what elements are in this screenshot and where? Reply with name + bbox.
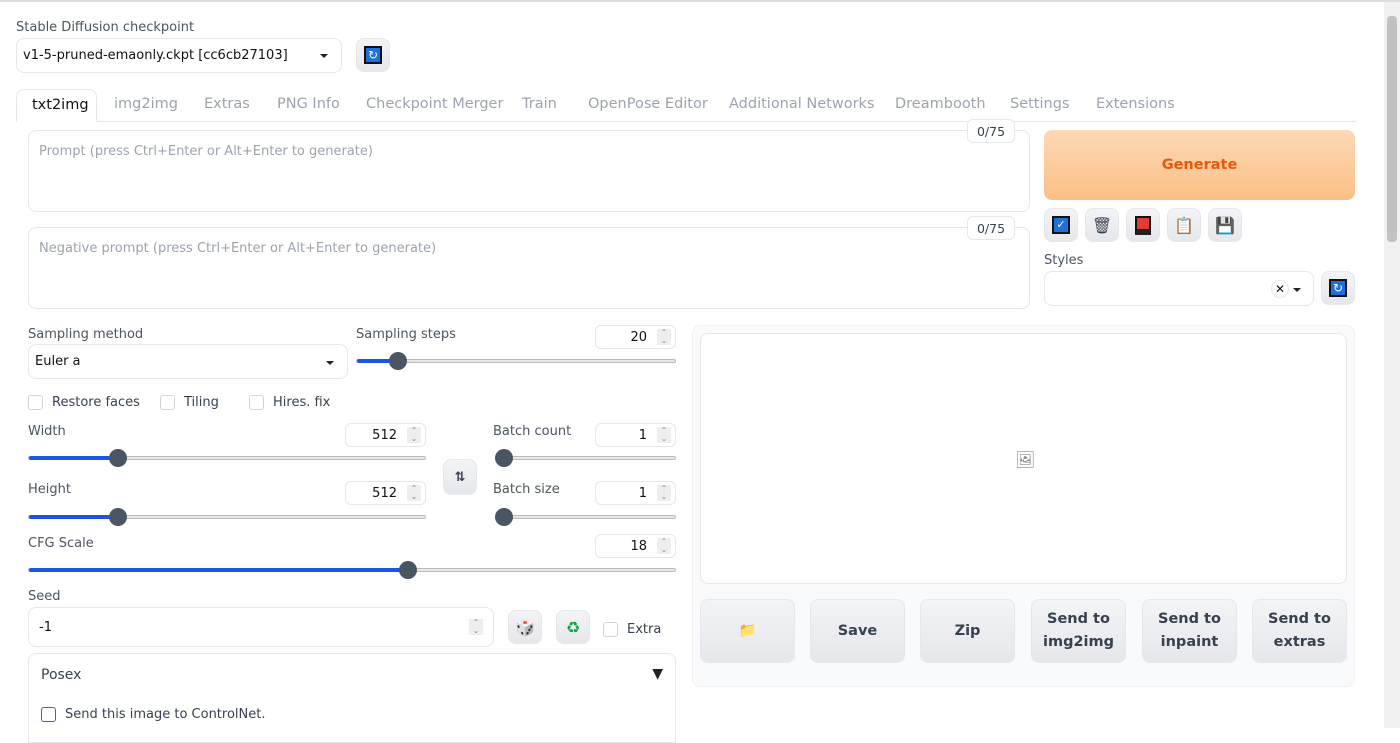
tab-additional-networks[interactable]: Additional Networks bbox=[729, 96, 875, 112]
height-input[interactable]: 512 ⌃ ⌄ bbox=[345, 481, 426, 505]
chevron-down-icon bbox=[1293, 288, 1301, 292]
prompt-input[interactable]: Prompt (press Ctrl+Enter or Alt+Enter to… bbox=[28, 130, 1030, 212]
restore-faces-checkbox[interactable] bbox=[28, 395, 43, 410]
width-slider[interactable] bbox=[28, 449, 426, 467]
folder-icon: 📁 bbox=[738, 622, 757, 639]
batch-count-input[interactable]: 1 ⌃ ⌄ bbox=[595, 423, 676, 447]
floppy-disk-icon: 💾 bbox=[1215, 215, 1235, 235]
send-to-controlnet-checkbox[interactable] bbox=[41, 707, 56, 722]
recycle-icon: ♻ bbox=[565, 617, 581, 637]
send-to-extras-button[interactable]: Send to extras bbox=[1252, 599, 1347, 663]
batch-count-label: Batch count bbox=[493, 424, 572, 439]
output-gallery: 🖼 bbox=[700, 333, 1347, 584]
checkpoint-refresh-button[interactable]: ↻ bbox=[356, 38, 390, 72]
slider-thumb[interactable] bbox=[398, 561, 417, 579]
send-to-img2img-button[interactable]: Send to img2img bbox=[1031, 599, 1126, 663]
paint-brush-icon: ✓ bbox=[1052, 216, 1070, 234]
tab-extensions[interactable]: Extensions bbox=[1096, 96, 1175, 112]
scrollbar[interactable] bbox=[1384, 2, 1400, 728]
batch-size-label: Batch size bbox=[493, 482, 560, 497]
seed-input[interactable]: -1 ⌃ ⌄ bbox=[28, 607, 494, 647]
image-placeholder-icon: 🖼 bbox=[1015, 450, 1036, 469]
slider-thumb[interactable] bbox=[109, 449, 128, 467]
cfg-scale-input[interactable]: 18 ⌃ ⌄ bbox=[595, 534, 676, 558]
sampling-steps-input[interactable]: 20 ⌃ ⌄ bbox=[595, 325, 676, 349]
cfg-scale-label: CFG Scale bbox=[28, 536, 94, 551]
prompt-token-counter: 0/75 bbox=[967, 119, 1015, 143]
posex-panel: Posex ▼ Send this image to ControlNet. bbox=[28, 653, 676, 743]
red-card-button[interactable] bbox=[1126, 208, 1160, 242]
width-input[interactable]: 512 ⌃ ⌄ bbox=[345, 423, 426, 447]
tab-png-info[interactable]: PNG Info bbox=[277, 96, 340, 112]
generate-button[interactable]: Generate bbox=[1044, 130, 1355, 200]
slider-thumb[interactable] bbox=[495, 449, 513, 467]
posex-title[interactable]: Posex bbox=[41, 667, 81, 683]
trash-button[interactable]: 🗑 bbox=[1085, 208, 1119, 242]
collapse-triangle-icon[interactable]: ▼ bbox=[652, 666, 663, 682]
height-label: Height bbox=[28, 482, 71, 497]
tab-img2img[interactable]: img2img bbox=[114, 96, 178, 112]
checkpoint-dropdown[interactable]: v1-5-pruned-emaonly.ckpt [cc6cb27103] bbox=[16, 38, 342, 73]
negative-prompt-input[interactable]: Negative prompt (press Ctrl+Enter or Alt… bbox=[28, 227, 1030, 309]
batch-size-slider[interactable] bbox=[495, 508, 676, 526]
sampling-method-label: Sampling method bbox=[28, 327, 144, 342]
tab-checkpoint-merger[interactable]: Checkpoint Merger bbox=[366, 96, 503, 112]
clipboard-icon: 📋 bbox=[1174, 215, 1194, 235]
checkpoint-label: Stable Diffusion checkpoint bbox=[16, 20, 195, 35]
swap-icon: ⇅ bbox=[454, 469, 466, 485]
red-card-icon bbox=[1135, 215, 1151, 235]
reuse-seed-button[interactable]: ♻ bbox=[556, 610, 590, 644]
cfg-scale-slider[interactable] bbox=[28, 561, 676, 579]
chevron-down-icon bbox=[320, 54, 328, 58]
hires-fix-checkbox[interactable] bbox=[249, 395, 264, 410]
tab-openpose-editor[interactable]: OpenPose Editor bbox=[588, 96, 708, 112]
sampling-steps-slider[interactable] bbox=[356, 352, 676, 370]
styles-label: Styles bbox=[1044, 253, 1084, 268]
tab-dreambooth[interactable]: Dreambooth bbox=[895, 96, 986, 112]
negative-prompt-token-counter: 0/75 bbox=[967, 216, 1015, 240]
clipboard-button[interactable]: 📋 bbox=[1167, 208, 1201, 242]
slider-thumb[interactable] bbox=[109, 508, 128, 526]
clear-icon[interactable]: ✕ bbox=[1271, 280, 1289, 298]
extra-seed-checkbox[interactable] bbox=[603, 622, 618, 637]
dice-icon: 🎲 bbox=[515, 617, 535, 637]
refresh-icon: ↻ bbox=[1329, 279, 1347, 297]
trash-icon: 🗑 bbox=[1091, 215, 1113, 235]
tab-train[interactable]: Train bbox=[522, 96, 557, 112]
zip-button[interactable]: Zip bbox=[920, 599, 1015, 663]
width-label: Width bbox=[28, 424, 66, 439]
swap-dimensions-button[interactable]: ⇅ bbox=[443, 459, 477, 495]
tiling-checkbox[interactable] bbox=[160, 395, 175, 410]
slider-thumb[interactable] bbox=[495, 508, 513, 526]
refresh-icon: ↻ bbox=[364, 46, 382, 64]
styles-refresh-button[interactable]: ↻ bbox=[1321, 271, 1355, 305]
styles-dropdown[interactable]: ✕ bbox=[1044, 271, 1314, 306]
scrollbar-thumb[interactable] bbox=[1387, 16, 1397, 242]
slider-thumb[interactable] bbox=[388, 352, 407, 370]
checkpoint-value: v1-5-pruned-emaonly.ckpt [cc6cb27103] bbox=[23, 48, 288, 63]
send-to-inpaint-button[interactable]: Send to inpaint bbox=[1142, 599, 1237, 663]
tab-extras[interactable]: Extras bbox=[204, 96, 250, 112]
paint-brush-button[interactable]: ✓ bbox=[1044, 208, 1078, 242]
seed-label: Seed bbox=[28, 589, 61, 604]
tab-txt2img[interactable]: txt2img bbox=[16, 89, 97, 122]
tab-settings[interactable]: Settings bbox=[1010, 96, 1069, 112]
save-style-button[interactable]: 💾 bbox=[1208, 208, 1242, 242]
random-seed-button[interactable]: 🎲 bbox=[508, 610, 542, 644]
batch-count-slider[interactable] bbox=[495, 449, 676, 467]
open-folder-button[interactable]: 📁 bbox=[700, 599, 795, 663]
batch-size-input[interactable]: 1 ⌃ ⌄ bbox=[595, 481, 676, 505]
save-button[interactable]: Save bbox=[810, 599, 905, 663]
chevron-down-icon bbox=[326, 361, 334, 365]
sampling-method-dropdown[interactable]: Euler a bbox=[28, 344, 348, 379]
sampling-steps-label: Sampling steps bbox=[356, 327, 456, 342]
height-slider[interactable] bbox=[28, 508, 426, 526]
